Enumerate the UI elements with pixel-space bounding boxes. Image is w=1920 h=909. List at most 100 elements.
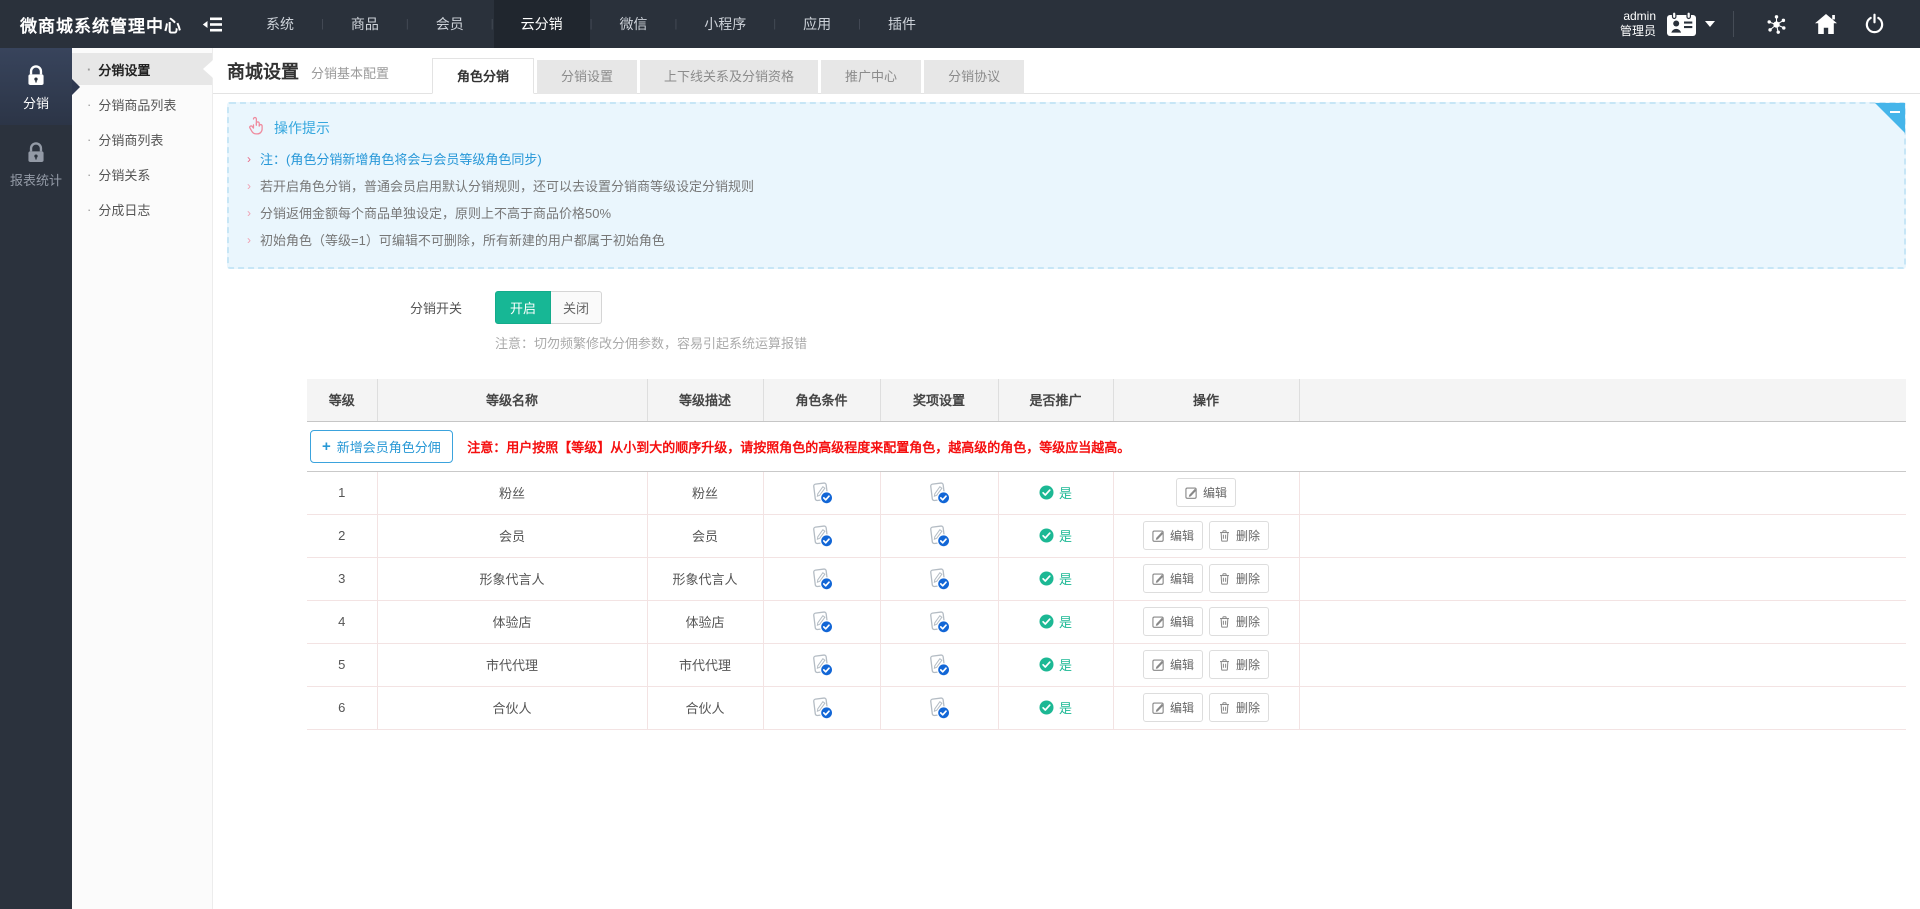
role-condition-icon[interactable] — [810, 524, 834, 548]
prize-setting-icon[interactable] — [927, 567, 951, 591]
profile-card-icon[interactable] — [1666, 11, 1697, 37]
cell-actions: 编辑删除 — [1113, 557, 1299, 600]
table-row: 5市代代理市代代理是编辑删除 — [307, 643, 1906, 686]
edit-button[interactable]: 编辑 — [1143, 564, 1203, 593]
edit-button[interactable]: 编辑 — [1143, 521, 1203, 550]
tab-3[interactable]: 上下线关系及分销资格 — [640, 60, 818, 94]
sidebar-item-1[interactable]: 分销设置 — [72, 53, 212, 85]
cell-role-condition[interactable] — [763, 514, 880, 557]
prize-setting-icon[interactable] — [927, 524, 951, 548]
cell-level-desc: 会员 — [647, 514, 763, 557]
rail-item-label: 报表统计 — [10, 173, 62, 188]
user-meta: admin 管理员 — [1620, 9, 1656, 39]
delete-button[interactable]: 删除 — [1209, 564, 1269, 593]
delete-button[interactable]: 删除 — [1209, 693, 1269, 722]
page-header: 商城设置 分销基本配置 角色分销分销设置上下线关系及分销资格推广中心分销协议 — [213, 48, 1920, 94]
promote-yes-badge: 是 — [1039, 655, 1072, 674]
sidebar-menu: 分销设置分销商品列表分销商列表分销关系分成日志 — [72, 48, 213, 909]
cell-prize-setting[interactable] — [880, 557, 998, 600]
tip-item-1: 注：(角色分销新增角色将会与会员等级角色同步) — [245, 146, 1888, 173]
role-condition-icon[interactable] — [810, 481, 834, 505]
switch-note: 注意：切勿频繁修改分佣参数，容易引起系统运算报错 — [495, 333, 1906, 352]
delete-button[interactable]: 删除 — [1209, 607, 1269, 636]
top-menu-item-2[interactable]: 商品 — [324, 0, 406, 48]
promote-yes-badge: 是 — [1039, 698, 1072, 717]
cell-prize-setting[interactable] — [880, 471, 998, 514]
table-header-row: 等级等级名称等级描述角色条件奖项设置是否推广操作 — [307, 379, 1906, 421]
delete-button[interactable]: 删除 — [1209, 521, 1269, 550]
top-menu-item-8[interactable]: 插件 — [861, 0, 943, 48]
switch-off-button[interactable]: 关闭 — [551, 291, 602, 324]
user-role: 管理员 — [1620, 24, 1656, 39]
cell-promote: 是 — [998, 686, 1113, 729]
collapse-corner-dash-icon[interactable] — [1890, 111, 1900, 113]
prize-setting-icon[interactable] — [927, 696, 951, 720]
edit-button[interactable]: 编辑 — [1176, 478, 1236, 507]
add-role-button[interactable]: + 新增会员角色分佣 — [310, 430, 453, 463]
tab-1[interactable]: 角色分销 — [432, 58, 534, 94]
lock-icon — [23, 63, 49, 88]
share-network-icon[interactable] — [1765, 13, 1788, 36]
cell-prize-setting[interactable] — [880, 514, 998, 557]
cell-role-condition[interactable] — [763, 600, 880, 643]
cell-spacer — [1299, 686, 1906, 729]
tab-4[interactable]: 推广中心 — [821, 60, 921, 94]
user-name: admin — [1620, 9, 1656, 24]
sidebar-item-3[interactable]: 分销商列表 — [72, 123, 212, 155]
tab-5[interactable]: 分销协议 — [924, 60, 1024, 94]
cell-spacer — [1299, 600, 1906, 643]
promote-yes-badge: 是 — [1039, 483, 1072, 502]
cell-role-condition[interactable] — [763, 686, 880, 729]
cell-level: 5 — [307, 643, 377, 686]
cell-prize-setting[interactable] — [880, 643, 998, 686]
role-condition-icon[interactable] — [810, 567, 834, 591]
home-icon[interactable] — [1814, 13, 1838, 35]
topbar-right: admin 管理员 — [1620, 9, 1898, 39]
column-header: 等级描述 — [647, 379, 763, 421]
switch-toggle: 开启 关闭 — [495, 291, 602, 324]
cell-prize-setting[interactable] — [880, 600, 998, 643]
top-menu-item-7[interactable]: 应用 — [776, 0, 858, 48]
sidebar-item-4[interactable]: 分销关系 — [72, 158, 212, 190]
top-menu-item-4[interactable]: 云分销 — [494, 0, 590, 48]
role-condition-icon[interactable] — [810, 610, 834, 634]
column-header: 是否推广 — [998, 379, 1113, 421]
caret-down-icon[interactable] — [1705, 21, 1715, 27]
cell-role-condition[interactable] — [763, 471, 880, 514]
cell-role-condition[interactable] — [763, 557, 880, 600]
delete-button[interactable]: 删除 — [1209, 650, 1269, 679]
sidebar-item-5[interactable]: 分成日志 — [72, 193, 212, 225]
cell-prize-setting[interactable] — [880, 686, 998, 729]
collapse-corner[interactable] — [1875, 103, 1905, 133]
prize-setting-icon[interactable] — [927, 481, 951, 505]
top-menu-item-5[interactable]: 微信 — [592, 0, 674, 48]
sidebar-collapse-icon[interactable] — [202, 16, 223, 33]
edit-button[interactable]: 编辑 — [1143, 693, 1203, 722]
column-header-spacer — [1299, 379, 1906, 421]
role-condition-icon[interactable] — [810, 696, 834, 720]
sidebar-item-2[interactable]: 分销商品列表 — [72, 88, 212, 120]
top-menu-item-6[interactable]: 小程序 — [677, 0, 773, 48]
cell-level: 6 — [307, 686, 377, 729]
tip-item-4: 初始角色（等级=1）可编辑不可删除，所有新建的用户都属于初始角色 — [245, 227, 1888, 254]
column-header: 操作 — [1113, 379, 1299, 421]
cell-level-name: 市代代理 — [377, 643, 647, 686]
power-icon[interactable] — [1864, 13, 1885, 35]
rail-item-1[interactable]: 分销 — [0, 48, 72, 125]
top-menu-item-1[interactable]: 系统 — [239, 0, 321, 48]
cell-role-condition[interactable] — [763, 643, 880, 686]
role-condition-icon[interactable] — [810, 653, 834, 677]
promote-yes-badge: 是 — [1039, 569, 1072, 588]
prize-setting-icon[interactable] — [927, 610, 951, 634]
edit-button[interactable]: 编辑 — [1143, 650, 1203, 679]
rail-item-2[interactable]: 报表统计 — [0, 125, 72, 202]
top-menu-item-3[interactable]: 会员 — [409, 0, 491, 48]
promote-yes-badge: 是 — [1039, 526, 1072, 545]
edit-button[interactable]: 编辑 — [1143, 607, 1203, 636]
cell-level-desc: 市代代理 — [647, 643, 763, 686]
table-add-row: + 新增会员角色分佣 注意：用户按照【等级】从小到大的顺序升级，请按照角色的高级… — [307, 421, 1906, 471]
cell-spacer — [1299, 643, 1906, 686]
tab-2[interactable]: 分销设置 — [537, 60, 637, 94]
prize-setting-icon[interactable] — [927, 653, 951, 677]
switch-on-button[interactable]: 开启 — [495, 291, 551, 324]
